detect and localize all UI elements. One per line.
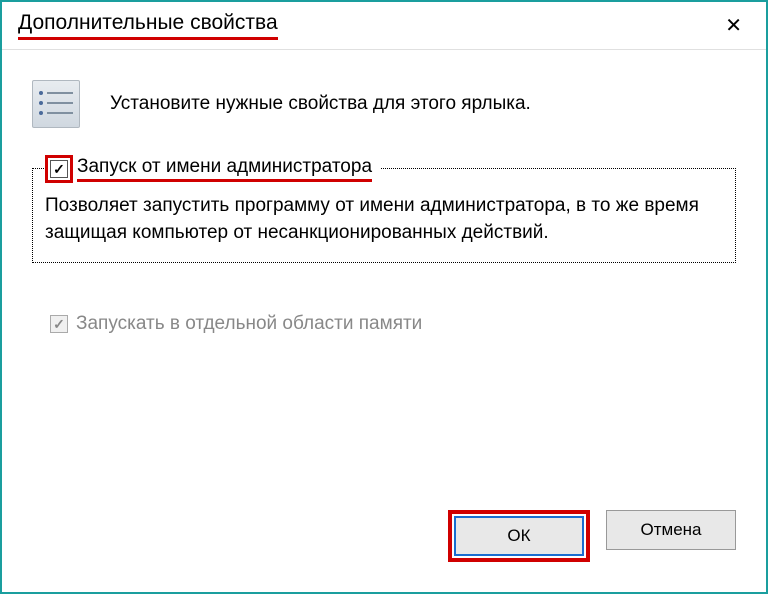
button-row: ОК Отмена — [448, 510, 766, 562]
dialog-window: Дополнительные свойства ✕ Установите нуж… — [0, 0, 768, 594]
run-as-admin-group: Запуск от имени администратора Позволяет… — [32, 168, 736, 263]
cancel-button[interactable]: Отмена — [606, 510, 736, 550]
run-as-admin-description: Позволяет запустить программу от имени а… — [45, 193, 723, 246]
separate-memory-option: Запускать в отдельной области памяти — [32, 313, 736, 335]
titlebar: Дополнительные свойства ✕ — [2, 2, 766, 50]
header-row: Установите нужные свойства для этого ярл… — [32, 80, 736, 128]
dialog-title: Дополнительные свойства — [18, 11, 278, 40]
ok-button[interactable]: ОК — [454, 516, 584, 556]
ok-button-highlight: ОК — [448, 510, 590, 562]
separate-memory-label: Запускать в отдельной области памяти — [76, 313, 422, 335]
close-icon[interactable]: ✕ — [717, 9, 750, 42]
run-as-admin-label[interactable]: Запуск от имени администратора — [77, 156, 372, 182]
separate-memory-checkbox — [50, 315, 68, 333]
run-as-admin-header: Запуск от имени администратора — [45, 155, 380, 183]
instruction-text: Установите нужные свойства для этого ярл… — [110, 93, 531, 115]
properties-icon — [32, 80, 80, 128]
checkbox-highlight — [45, 155, 73, 183]
run-as-admin-checkbox[interactable] — [50, 160, 68, 178]
dialog-content: Установите нужные свойства для этого ярл… — [2, 50, 766, 335]
